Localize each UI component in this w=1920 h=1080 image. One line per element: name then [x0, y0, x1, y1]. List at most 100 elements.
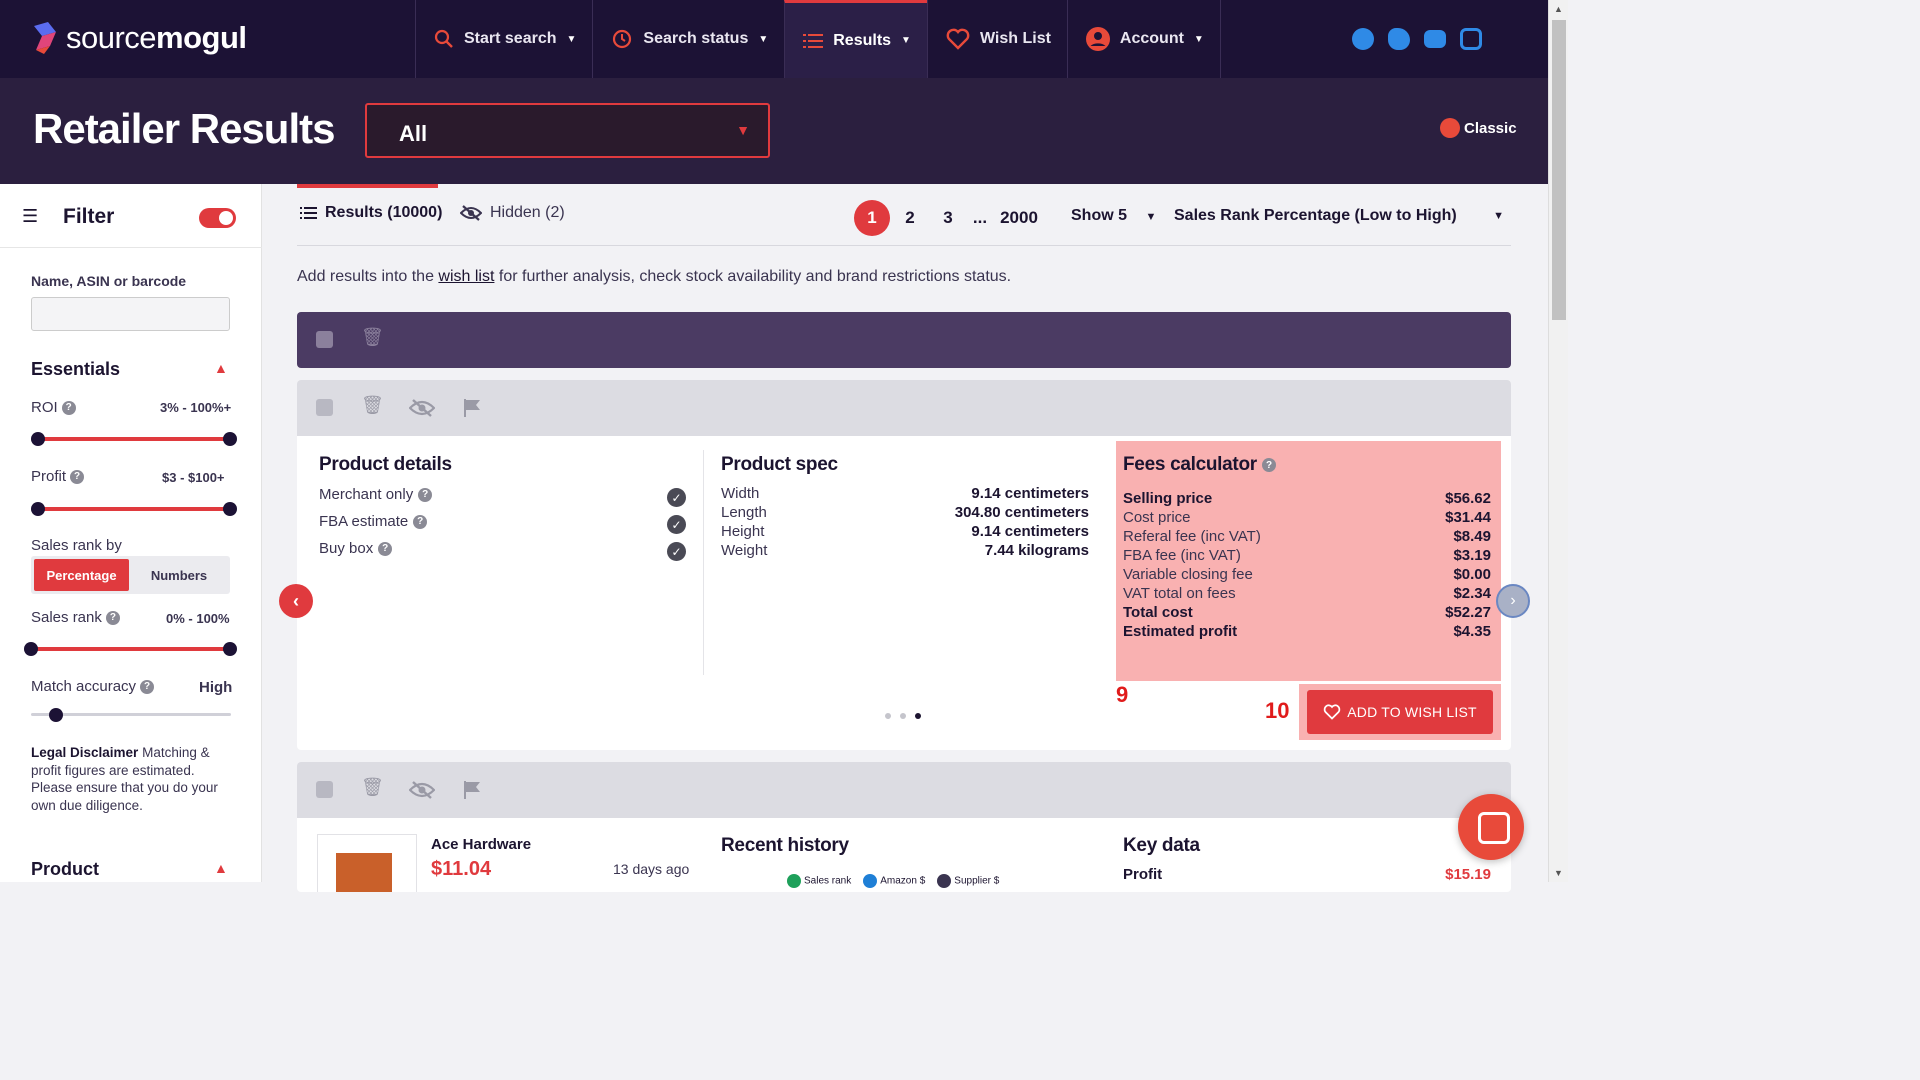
retailer-select[interactable]: All ▼: [365, 103, 770, 158]
help-icon[interactable]: ?: [413, 514, 428, 529]
hide-icon[interactable]: [409, 780, 435, 800]
help-icon[interactable]: ?: [140, 679, 155, 694]
heart-icon: [946, 28, 970, 50]
carousel-dot[interactable]: [900, 713, 906, 719]
facebook-icon[interactable]: [1352, 28, 1374, 50]
nav-label: Wish List: [979, 30, 1051, 47]
select-checkbox[interactable]: [316, 781, 333, 798]
nav-search-status[interactable]: Search status ▼: [592, 0, 784, 78]
twitter-icon[interactable]: [1388, 28, 1410, 50]
profit-slider-track[interactable]: [37, 507, 231, 511]
carousel-dot[interactable]: [885, 713, 891, 719]
filter-toggle[interactable]: [199, 208, 236, 228]
chat-launcher-button[interactable]: [1458, 794, 1524, 860]
disclaimer-title: Legal Disclaimer: [31, 745, 139, 760]
select-all-checkbox[interactable]: [316, 331, 333, 348]
flag-icon[interactable]: [463, 398, 481, 418]
roi-slider-track[interactable]: [37, 437, 231, 441]
fee-row: Referal fee (inc VAT) $8.49: [1123, 528, 1491, 545]
tab-results[interactable]: Results (10000): [300, 204, 442, 222]
help-icon[interactable]: ?: [105, 610, 120, 625]
youtube-icon[interactable]: [1424, 30, 1446, 48]
sort-select[interactable]: Sales Rank Percentage (Low to High) ▼: [1174, 207, 1504, 225]
sales-rank-max-handle[interactable]: [223, 642, 237, 656]
help-icon[interactable]: ?: [1261, 458, 1276, 472]
sales-rank-by-toggle: Percentage Numbers: [31, 556, 230, 594]
page-size-select[interactable]: Show 5 ▼: [1071, 207, 1156, 225]
chevron-down-icon: ▼: [1493, 210, 1504, 222]
roi-min-handle[interactable]: [31, 432, 45, 446]
sales-rank-min-handle[interactable]: [24, 642, 38, 656]
page-3-button[interactable]: 3: [930, 200, 966, 236]
nav-results[interactable]: Results ▼: [784, 0, 927, 78]
fees-calculator: Fees calculator? Selling price $56.62 Cos…: [1116, 441, 1501, 681]
page-last-button[interactable]: 2000: [994, 200, 1044, 236]
page-scrollbar[interactable]: ▲ ▼: [1548, 0, 1568, 882]
result-card: 🗑 Ace Hardware $11.04 13 days ago Recent…: [297, 762, 1511, 892]
sales-rank-label: Sales rank?: [31, 609, 120, 626]
nav-label: Search status: [643, 30, 749, 47]
legend-item: Sales rank: [787, 874, 851, 888]
page-2-button[interactable]: 2: [892, 200, 928, 236]
last-updated: 13 days ago: [613, 861, 690, 877]
search-field-label: Name, ASIN or barcode: [31, 273, 187, 289]
instagram-icon[interactable]: [1460, 28, 1482, 50]
product-image[interactable]: [317, 834, 417, 892]
chevron-down-icon: ▼: [758, 33, 769, 45]
help-icon[interactable]: ?: [61, 400, 76, 415]
key-data-row: Profit $15.19: [1123, 866, 1491, 883]
chevron-down-icon: ▼: [1145, 211, 1157, 223]
carousel-next-button[interactable]: ›: [1496, 584, 1530, 618]
match-accuracy-handle[interactable]: [49, 708, 63, 722]
product-heading: Product: [31, 859, 100, 879]
filter-label: Filter: [63, 205, 115, 228]
tab-hidden[interactable]: Hidden (2): [460, 204, 565, 222]
help-icon[interactable]: ?: [70, 469, 85, 484]
roi-value: 3% - 100%+: [160, 400, 232, 415]
scroll-down-icon[interactable]: ▼: [1554, 868, 1563, 878]
profit-label: Profit?: [31, 468, 85, 485]
delete-icon[interactable]: 🗑: [361, 395, 384, 416]
brand-logo[interactable]: sourcemogul: [30, 20, 247, 56]
page-1-button[interactable]: 1: [854, 200, 890, 236]
roi-max-handle[interactable]: [223, 432, 237, 446]
percentage-option[interactable]: Percentage: [34, 559, 129, 591]
spec-row: Length 304.80 centimeters: [721, 504, 1089, 521]
result-card-toolbar: 🗑: [297, 762, 1511, 818]
nav-account[interactable]: Account ▼: [1066, 0, 1221, 78]
list-icon: [803, 33, 824, 48]
help-icon[interactable]: ?: [378, 541, 393, 556]
nav-wish-list[interactable]: Wish List: [926, 0, 1067, 78]
help-icon[interactable]: ?: [418, 487, 433, 502]
hide-icon[interactable]: [409, 398, 435, 418]
sales-rank-slider-track[interactable]: [30, 647, 231, 651]
scroll-up-icon[interactable]: ▲: [1554, 4, 1563, 14]
delete-icon[interactable]: 🗑: [361, 327, 384, 348]
chevron-up-icon[interactable]: ▲: [214, 360, 228, 376]
fee-row: FBA fee (inc VAT) $3.19: [1123, 547, 1491, 564]
nav-start-search[interactable]: Start search ▼: [415, 0, 592, 78]
classic-view-button[interactable]: Classic: [1440, 118, 1517, 138]
carousel-prev-button[interactable]: ‹: [279, 584, 313, 618]
list-icon: [300, 206, 317, 219]
wish-list-link[interactable]: wish list: [438, 268, 494, 285]
flag-icon[interactable]: [463, 780, 481, 800]
annotation-label: 9: [1116, 682, 1129, 707]
select-checkbox[interactable]: [316, 399, 333, 416]
product-spec-title: Product spec: [721, 454, 838, 475]
delete-icon[interactable]: 🗑: [361, 777, 384, 798]
legal-disclaimer: Legal Disclaimer Matching & profit figur…: [31, 744, 236, 814]
retailer-select-value: All: [399, 121, 428, 146]
match-accuracy-label: Match accuracy?: [31, 678, 155, 695]
social-links: [1352, 28, 1482, 50]
profit-max-handle[interactable]: [223, 502, 237, 516]
add-to-wish-list-button[interactable]: ADD TO WISH LIST: [1307, 690, 1493, 734]
scrollbar-thumb[interactable]: [1552, 20, 1566, 320]
fee-row: Cost price $31.44: [1123, 509, 1491, 526]
numbers-option[interactable]: Numbers: [131, 559, 227, 591]
profit-min-handle[interactable]: [31, 502, 45, 516]
results-toolbar: Results (10000) Hidden (2) 1 2 3 ... 200…: [297, 184, 1511, 246]
name-asin-barcode-input[interactable]: [31, 297, 230, 331]
carousel-dot-active[interactable]: [915, 713, 921, 719]
chevron-up-icon[interactable]: ▲: [214, 860, 228, 876]
